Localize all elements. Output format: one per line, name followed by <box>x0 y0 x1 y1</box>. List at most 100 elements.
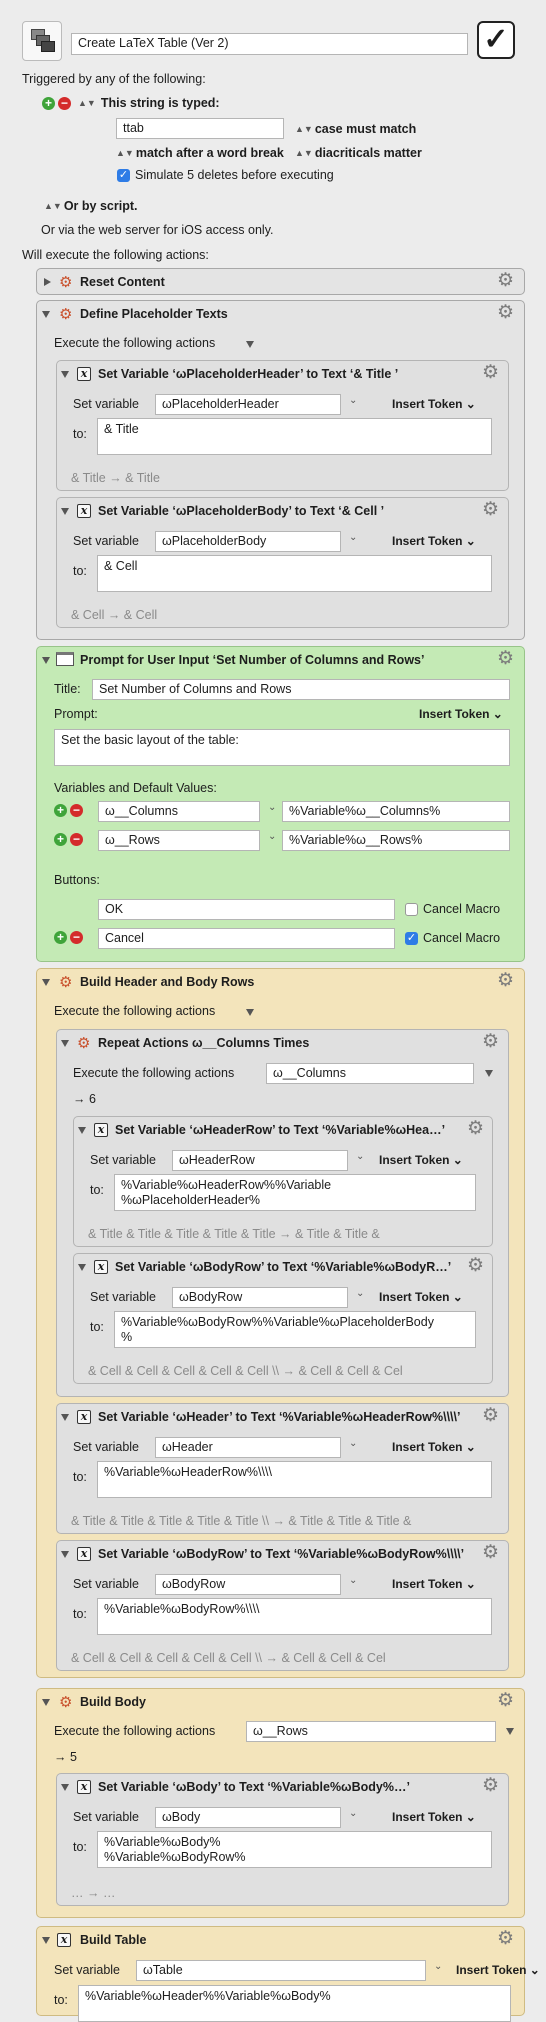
gear-icon[interactable]: ⚙ <box>497 271 514 291</box>
disclosure-triangle-expanded[interactable] <box>42 311 50 318</box>
variable-name-input[interactable]: ωHeader <box>155 1437 341 1458</box>
disclosure-triangle-expanded[interactable] <box>78 1264 86 1271</box>
remove-button-button[interactable]: − <box>70 931 83 944</box>
insert-token-button[interactable]: Insert Token ⌄ <box>392 1440 476 1454</box>
count-popup-icon[interactable] <box>485 1070 493 1077</box>
gear-icon[interactable]: ⚙ <box>482 1776 499 1796</box>
variable-name-input[interactable]: ωTable <box>136 1960 426 1981</box>
variable-default-input[interactable]: %Variable%ω__Columns% <box>282 801 510 822</box>
insert-token-button[interactable]: Insert Token ⌄ <box>392 1577 476 1591</box>
text-value-area[interactable]: %Variable%ωHeaderRow%\\\\ <box>97 1461 492 1498</box>
insert-token-button[interactable]: Insert Token ⌄ <box>456 1963 540 1977</box>
disclosure-triangle-collapsed[interactable] <box>44 278 51 286</box>
variable-dropdown-chevron[interactable]: ⌄ <box>356 1151 364 1162</box>
typed-string-input[interactable]: ttab <box>116 118 284 139</box>
variable-name-input[interactable]: ω__Rows <box>98 830 260 851</box>
gear-icon[interactable]: ⚙ <box>497 971 514 991</box>
gear-icon[interactable]: ⚙ <box>482 1543 499 1563</box>
gear-icon[interactable]: ⚙ <box>482 1406 499 1426</box>
variable-name-input[interactable]: ω__Columns <box>98 801 260 822</box>
gear-icon[interactable]: ⚙ <box>467 1256 484 1276</box>
insert-token-button[interactable]: Insert Token ⌄ <box>379 1290 463 1304</box>
disclosure-triangle-expanded[interactable] <box>42 1937 50 1944</box>
variable-dropdown-chevron[interactable]: ⌄ <box>434 1961 442 1972</box>
button-name-input[interactable]: OK <box>98 899 395 920</box>
variable-dropdown-chevron[interactable]: ⌄ <box>268 802 276 813</box>
remove-trigger-button[interactable]: − <box>58 96 71 110</box>
macro-enabled-checkbox[interactable]: ✓ <box>477 21 515 59</box>
variable-dropdown-chevron[interactable]: ⌄ <box>349 395 357 406</box>
insert-token-button[interactable]: Insert Token ⌄ <box>392 1810 476 1824</box>
variable-name-input[interactable]: ωPlaceholderHeader <box>155 394 341 415</box>
text-value-area[interactable]: & Title <box>97 418 492 455</box>
disclosure-triangle-expanded[interactable] <box>61 508 69 515</box>
gear-icon[interactable]: ⚙ <box>467 1119 484 1139</box>
insert-token-button[interactable]: Insert Token ⌄ <box>379 1153 463 1167</box>
gear-icon[interactable]: ⚙ <box>482 1032 499 1052</box>
variable-name-input[interactable]: ωBody <box>155 1807 341 1828</box>
insert-token-button[interactable]: Insert Token ⌄ <box>392 534 476 548</box>
case-popup[interactable]: ▲▼ case must match <box>295 122 416 136</box>
variable-dropdown-chevron[interactable]: ⌄ <box>349 532 357 543</box>
gear-icon[interactable]: ⚙ <box>497 303 514 323</box>
repeat-count-input[interactable]: ω__Rows <box>246 1721 496 1742</box>
disclosure-triangle-expanded[interactable] <box>61 1414 69 1421</box>
disclosure-triangle-expanded[interactable] <box>61 371 69 378</box>
text-value-area[interactable]: & Cell <box>97 555 492 592</box>
variable-dropdown-chevron[interactable]: ⌄ <box>356 1288 364 1299</box>
add-trigger-button[interactable]: + <box>42 96 55 110</box>
variable-default-input[interactable]: %Variable%ω__Rows% <box>282 830 510 851</box>
prompt-title-input[interactable]: Set Number of Columns and Rows <box>92 679 510 700</box>
cancel-macro-checkbox[interactable]: ✓ Cancel Macro <box>405 931 500 945</box>
trigger-type-label[interactable]: This string is typed: <box>101 96 220 110</box>
variable-name-input[interactable]: ωBodyRow <box>155 1574 341 1595</box>
execute-label: Execute the following actions <box>73 1066 235 1080</box>
variable-dropdown-chevron[interactable]: ⌄ <box>349 1438 357 1449</box>
button-name-input[interactable]: Cancel <box>98 928 395 949</box>
disclosure-triangle-expanded[interactable] <box>78 1127 86 1134</box>
gear-icon[interactable]: ⚙ <box>497 649 514 669</box>
text-value-area[interactable]: %Variable%ωBodyRow%\\\\ <box>97 1598 492 1635</box>
execute-popup-icon[interactable] <box>246 341 254 348</box>
text-value-area[interactable]: %Variable%ωBodyRow%%Variable%ωPlaceholde… <box>114 1311 476 1348</box>
gear-icon[interactable]: ⚙ <box>482 363 499 383</box>
disclosure-triangle-expanded[interactable] <box>42 1699 50 1706</box>
repeat-count-input[interactable]: ω__Columns <box>266 1063 474 1084</box>
variable-name-input[interactable]: ωBodyRow <box>172 1287 348 1308</box>
insert-token-button[interactable]: Insert Token ⌄ <box>419 707 503 721</box>
disclosure-triangle-expanded[interactable] <box>42 657 50 664</box>
add-button-button[interactable]: + <box>54 931 67 944</box>
count-popup-icon[interactable] <box>506 1728 514 1735</box>
text-value-area[interactable]: %Variable%ωHeader%%Variable%ωBody% <box>78 1985 511 2022</box>
simulate-deletes-checkbox[interactable]: ✓ Simulate 5 deletes before executing <box>117 168 334 182</box>
word-break-popup[interactable]: ▲▼ match after a word break <box>116 146 284 160</box>
insert-token-button[interactable]: Insert Token ⌄ <box>392 397 476 411</box>
disclosure-triangle-expanded[interactable] <box>42 979 50 986</box>
text-value-area[interactable]: %Variable%ωHeaderRow%%Variable %ωPlaceho… <box>114 1174 476 1211</box>
macro-name-input[interactable]: Create LaTeX Table (Ver 2) <box>71 33 468 55</box>
text-value-area[interactable]: %Variable%ωBody% %Variable%ωBodyRow% <box>97 1831 492 1868</box>
execute-popup-icon[interactable] <box>246 1009 254 1016</box>
disclosure-triangle-expanded[interactable] <box>61 1784 69 1791</box>
diacriticals-popup[interactable]: ▲▼ diacriticals matter <box>295 146 422 160</box>
gear-icon[interactable]: ⚙ <box>482 500 499 520</box>
action-reset-content[interactable]: ⚙ Reset Content ⚙ <box>36 268 525 295</box>
remove-variable-button[interactable]: − <box>70 804 83 817</box>
variable-dropdown-chevron[interactable]: ⌄ <box>349 1575 357 1586</box>
variable-name-input[interactable]: ωPlaceholderBody <box>155 531 341 552</box>
add-variable-button[interactable]: + <box>54 804 67 817</box>
variable-dropdown-chevron[interactable]: ⌄ <box>349 1808 357 1819</box>
cancel-macro-checkbox[interactable]: Cancel Macro <box>405 902 500 916</box>
add-variable-button[interactable]: + <box>54 833 67 846</box>
gear-icon[interactable]: ⚙ <box>497 1929 514 1949</box>
remove-variable-button[interactable]: − <box>70 833 83 846</box>
variable-dropdown-chevron[interactable]: ⌄ <box>268 831 276 842</box>
variables-label: Variables and Default Values: <box>54 781 217 795</box>
gear-icon[interactable]: ⚙ <box>497 1691 514 1711</box>
variable-name-input[interactable]: ωHeaderRow <box>172 1150 348 1171</box>
trigger-type-popup-icon[interactable]: ▲▼ <box>78 98 96 108</box>
prompt-text-area[interactable]: Set the basic layout of the table: <box>54 729 510 766</box>
or-by-script-popup[interactable]: ▲▼ Or by script. <box>44 199 137 213</box>
disclosure-triangle-expanded[interactable] <box>61 1040 69 1047</box>
disclosure-triangle-expanded[interactable] <box>61 1551 69 1558</box>
